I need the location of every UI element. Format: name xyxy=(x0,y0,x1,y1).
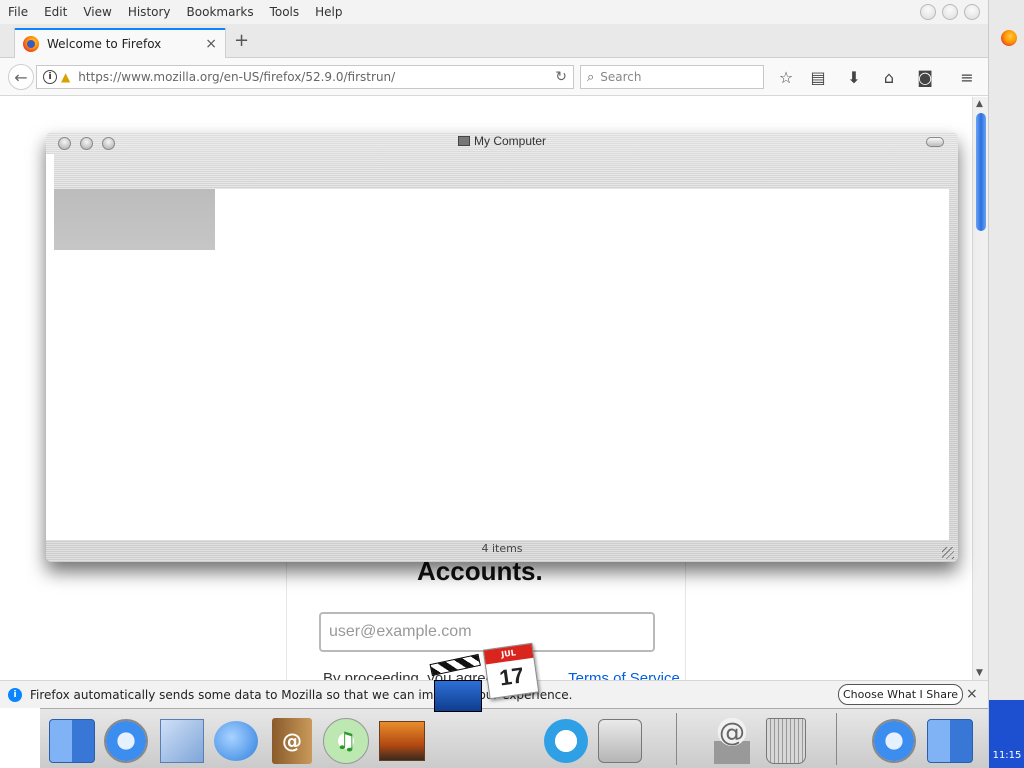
dock-separator xyxy=(836,713,837,765)
resize-grip-icon[interactable] xyxy=(942,547,954,559)
menu-history[interactable]: History xyxy=(120,5,179,19)
finder-icon xyxy=(49,719,95,763)
url-text[interactable]: https://www.mozilla.org/en-US/firefox/52… xyxy=(78,70,555,84)
finder-title-text: My Computer xyxy=(473,134,547,148)
clapper-body xyxy=(434,680,482,712)
menu-bookmarks[interactable]: Bookmarks xyxy=(179,5,262,19)
download-icon[interactable]: ⬇ xyxy=(844,67,864,87)
pocket-icon[interactable]: ◙ xyxy=(915,67,935,87)
dock-finder-minimized[interactable] xyxy=(926,717,974,765)
at-sign-icon: @ xyxy=(714,718,750,764)
scroll-down-arrow-icon[interactable]: ▼ xyxy=(976,668,983,678)
menu-tools[interactable]: Tools xyxy=(262,5,308,19)
computer-icon xyxy=(457,136,470,146)
arrow-left-icon: ← xyxy=(14,67,28,87)
close-notification-icon[interactable]: × xyxy=(966,686,978,702)
new-tab-button[interactable]: + xyxy=(234,32,249,50)
reading-list-icon[interactable]: ▤ xyxy=(808,67,828,87)
ical-icon[interactable]: JUL 17 xyxy=(482,642,540,700)
finder-sidebar[interactable] xyxy=(54,250,215,540)
close-tab-icon[interactable]: × xyxy=(205,36,217,52)
dock-iphoto[interactable] xyxy=(378,717,426,765)
search-input[interactable]: ⌕ Search xyxy=(580,65,764,89)
quicktime-icon xyxy=(544,719,588,763)
finder-sidebar-header xyxy=(54,189,215,250)
itunes-icon: ♫ xyxy=(323,718,369,764)
menu-view[interactable]: View xyxy=(75,5,119,19)
firefox-icon xyxy=(23,36,39,52)
system-tray: 11:15 xyxy=(988,0,1024,768)
lock-warning-icon[interactable]: ▲ xyxy=(61,70,70,84)
tab-bar: Welcome to Firefox × + xyxy=(0,24,988,58)
dock-mail[interactable] xyxy=(158,717,206,765)
finder-window[interactable]: My Computer 4 items xyxy=(46,132,958,562)
tab-title: Welcome to Firefox xyxy=(47,37,162,51)
info-icon: i xyxy=(8,687,22,702)
home-icon[interactable]: ⌂ xyxy=(879,67,899,87)
address-book-icon: @ xyxy=(272,718,312,764)
tab-welcome[interactable]: Welcome to Firefox × xyxy=(14,28,226,58)
imovie-icon[interactable] xyxy=(429,653,484,714)
search-placeholder: Search xyxy=(600,70,642,84)
dock-safari[interactable] xyxy=(102,717,150,765)
nav-bar: ← i ▲ https://www.mozilla.org/en-US/fire… xyxy=(0,58,988,96)
window-controls xyxy=(920,4,980,20)
clock: 11:15 xyxy=(992,750,1022,761)
trash-icon xyxy=(766,718,806,764)
menu-file[interactable]: File xyxy=(0,5,36,19)
close-window-button[interactable] xyxy=(964,4,980,20)
choose-what-i-share-button[interactable]: Choose What I Share xyxy=(838,684,963,705)
menu-edit[interactable]: Edit xyxy=(36,5,75,19)
reload-icon[interactable]: ↻ xyxy=(555,69,567,85)
bookmark-star-icon[interactable]: ☆ xyxy=(776,67,796,87)
dock-itunes[interactable]: ♫ xyxy=(322,717,370,765)
info-icon[interactable]: i xyxy=(43,70,57,84)
terms-link[interactable]: Terms of Service xyxy=(568,670,680,680)
finder-content-area[interactable] xyxy=(215,189,949,540)
dock-system-preferences[interactable] xyxy=(596,717,644,765)
finder-icon xyxy=(927,719,973,763)
dock-trash[interactable] xyxy=(762,717,810,765)
finder-title: My Computer xyxy=(46,134,958,148)
toolbar-toggle-button[interactable] xyxy=(926,137,944,147)
calendar-day: 17 xyxy=(497,662,526,691)
dock: @ ♫ @ xyxy=(40,708,988,768)
menu-help[interactable]: Help xyxy=(307,5,350,19)
dock-address-book[interactable]: @ xyxy=(268,717,316,765)
dock-safari-minimized[interactable] xyxy=(870,717,918,765)
search-icon: ⌕ xyxy=(587,69,595,85)
firefox-icon[interactable] xyxy=(1001,30,1017,46)
finder-left-edge xyxy=(46,154,54,540)
finder-status: 4 items xyxy=(481,542,523,555)
iphoto-icon xyxy=(379,721,425,761)
safari-icon xyxy=(872,719,916,763)
dock-ichat[interactable] xyxy=(212,717,260,765)
scroll-thumb[interactable] xyxy=(976,113,986,231)
dock-mail-stack[interactable]: @ xyxy=(708,717,756,765)
email-field[interactable]: user@example.com xyxy=(319,612,655,652)
dock-quicktime[interactable] xyxy=(542,717,590,765)
dock-finder[interactable] xyxy=(48,717,96,765)
mail-icon xyxy=(160,719,204,763)
dock-separator xyxy=(676,713,677,765)
page-scrollbar[interactable]: ▲ ▼ xyxy=(972,97,988,680)
scroll-up-arrow-icon[interactable]: ▲ xyxy=(976,99,983,109)
maximize-button[interactable] xyxy=(942,4,958,20)
hamburger-menu-icon[interactable]: ≡ xyxy=(957,67,977,87)
back-button[interactable]: ← xyxy=(8,64,34,90)
minimize-button[interactable] xyxy=(920,4,936,20)
ichat-icon xyxy=(214,721,258,761)
menu-bar: File Edit View History Bookmarks Tools H… xyxy=(0,0,988,24)
apple-icon xyxy=(598,719,642,763)
safari-icon xyxy=(104,719,148,763)
url-bar[interactable]: i ▲ https://www.mozilla.org/en-US/firefo… xyxy=(36,65,574,89)
